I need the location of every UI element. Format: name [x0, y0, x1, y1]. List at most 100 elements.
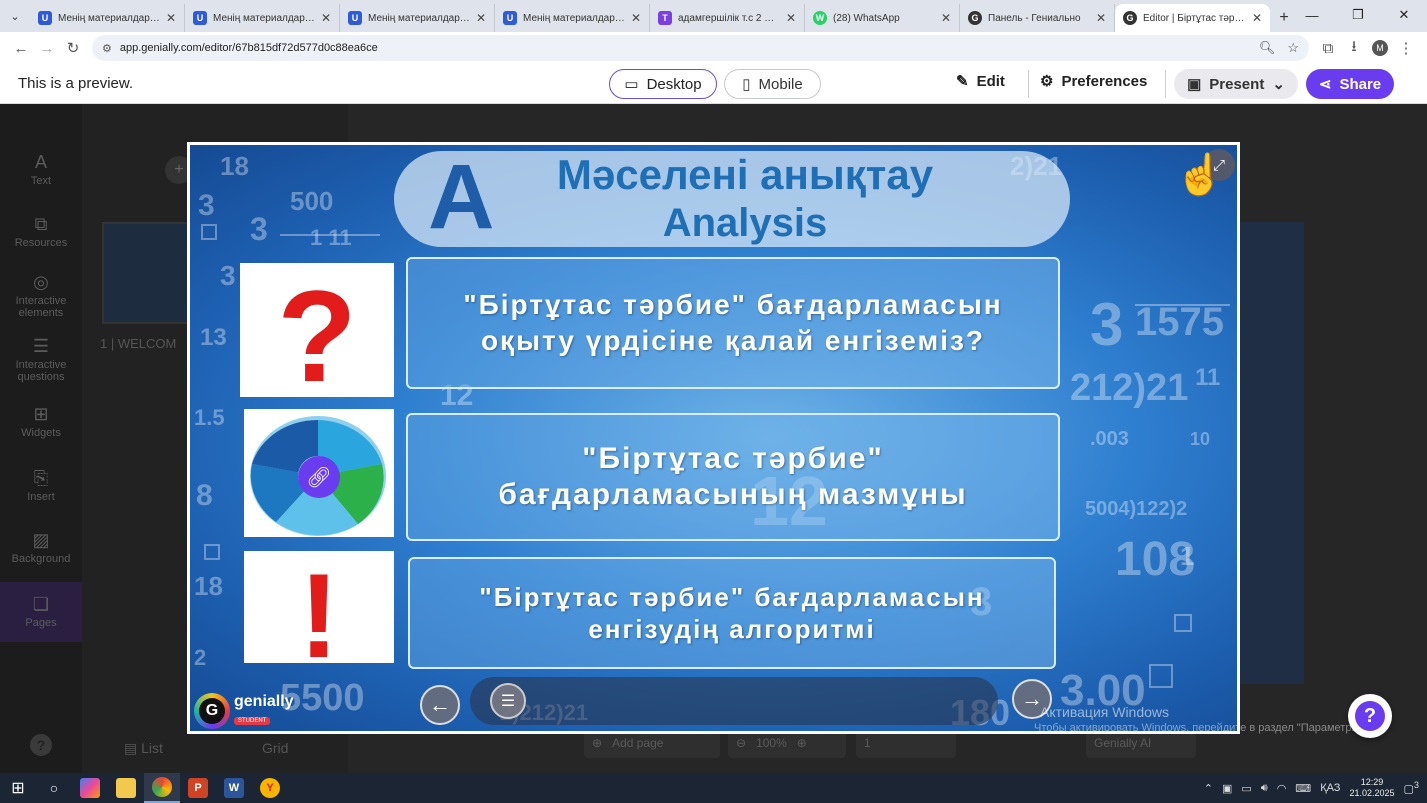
keyboard-icon[interactable]: ⌨ [1295, 782, 1311, 795]
mobile-label: Mobile [758, 75, 803, 93]
preview-bar: This is a preview. ▭ Desktop ▯ Mobile ✎ … [0, 64, 1427, 104]
svg-text:212)21: 212)21 [1070, 367, 1188, 409]
close-icon[interactable]: ✕ [631, 11, 641, 25]
close-icon[interactable]: ✕ [321, 11, 331, 25]
page-thumbnail[interactable] [102, 222, 192, 324]
zoom-out-icon: ⊖ [736, 736, 747, 750]
language-indicator[interactable]: ҚАЗ [1320, 782, 1340, 794]
close-icon[interactable]: ✕ [476, 11, 486, 25]
list-view-tab[interactable]: ▤ List [124, 740, 163, 757]
browser-tab[interactable]: U Менің материалдарым | ✕ [185, 4, 340, 32]
close-window-icon[interactable]: ✕ [1381, 0, 1427, 30]
extensions-icon[interactable]: ⧉ [1315, 35, 1341, 61]
preferences-button[interactable]: ⚙ Preferences [1040, 72, 1147, 91]
sidebar-item-background[interactable]: ▨ Background [0, 530, 82, 565]
sidebar-item-text[interactable]: A Text [0, 152, 82, 187]
browser-tab[interactable]: Tадамгершілік т.с 2 — Пр ✕ [650, 4, 805, 32]
desktop-toggle-button[interactable]: ▭ Desktop [609, 69, 717, 99]
minimize-icon[interactable]: — [1289, 0, 1335, 30]
u-favicon-icon: U [348, 11, 362, 25]
tab-title: Менің материалдарым | [523, 12, 625, 24]
copilot-icon[interactable] [72, 773, 108, 803]
file-explorer-icon[interactable] [108, 773, 144, 803]
browser-tab[interactable]: W (28) WhatsApp ✕ [805, 4, 960, 32]
divider [1165, 70, 1166, 98]
tab-search-chevron-icon[interactable]: ⌄ [0, 0, 30, 32]
share-button[interactable]: ⋖ Share [1306, 69, 1394, 99]
card-how-to-integrate[interactable]: "Біртұтас тәрбие" бағдарламасын оқыту үрд… [406, 257, 1060, 389]
bookmark-star-icon[interactable]: ☆ [1287, 40, 1299, 56]
genially-student-logo: G genially STUDENT [194, 693, 294, 729]
browser-tab[interactable]: U Менің материалдарым | ✕ [495, 4, 650, 32]
close-icon[interactable]: ✕ [786, 11, 796, 25]
browser-tab[interactable]: U Менің материалдарым | ✕ [340, 4, 495, 32]
zoom-magnifier-icon[interactable]: 🔍︎ [1259, 40, 1276, 56]
search-circle-icon[interactable]: ○ [36, 773, 72, 803]
question-icon: ? [1355, 701, 1385, 731]
forward-arrow-icon[interactable]: → [34, 35, 60, 61]
slide-navigation-bar [470, 677, 998, 725]
url-text[interactable]: app.genially.com/editor/67b815df72d577d0… [120, 42, 1247, 54]
profile-avatar[interactable]: M [1367, 35, 1393, 61]
card-program-content[interactable]: "Біртұтас тәрбие" бағдарламасының мазмұны [406, 413, 1060, 541]
window-controls: — ❐ ✕ [1289, 0, 1427, 30]
wifi-icon[interactable]: ◠ [1277, 782, 1287, 795]
previous-slide-arrow-icon[interactable]: ← [420, 685, 460, 725]
sidebar-item-resources[interactable]: ⧉ Resources [0, 214, 82, 249]
pages-icon: ❏ [32, 594, 50, 614]
windows-start-icon[interactable]: ⊞ [0, 773, 36, 803]
sidebar-item-insert[interactable]: ⎘ Insert [0, 468, 82, 503]
editor-sidebar: A Text ⧉ Resources ◎ Interactive elements ☰… [0, 104, 82, 773]
whatsapp-favicon-icon: W [813, 11, 827, 25]
tray-app-icon[interactable]: ▣ [1222, 782, 1232, 795]
sidebar-item-interactive-questions[interactable]: ☰ Interactive questions [0, 336, 82, 383]
svg-text:?: ? [277, 263, 356, 397]
powerpoint-icon[interactable]: P [180, 773, 216, 803]
reload-icon[interactable]: ↻ [60, 35, 86, 61]
tray-chevron-up-icon[interactable]: ⌃ [1204, 782, 1213, 795]
close-icon[interactable]: ✕ [1096, 11, 1106, 25]
close-icon[interactable]: ✕ [166, 11, 176, 25]
card-3-line-2: енгізудің алгоритмі [588, 614, 876, 644]
menu-list-icon[interactable]: ☰ [490, 683, 526, 719]
svg-text:500: 500 [290, 186, 333, 216]
volume-icon[interactable]: 🔊︎ [1261, 782, 1268, 795]
notifications-icon[interactable]: ▢3 [1404, 780, 1420, 796]
link-icon[interactable]: 🔗︎ [298, 456, 340, 498]
back-arrow-icon[interactable]: ← [8, 35, 34, 61]
word-icon[interactable]: W [216, 773, 252, 803]
help-icon[interactable]: ? [30, 734, 52, 756]
sidebar-item-pages[interactable]: ❏ Pages [0, 582, 82, 642]
close-icon[interactable]: ✕ [1252, 11, 1262, 25]
tab-title: Менің материалдарым | [213, 12, 315, 24]
browser-menu-icon[interactable]: ⋮ [1393, 35, 1419, 61]
chrome-icon[interactable] [144, 773, 180, 803]
browser-tab-active[interactable]: G Editor | Біртұтас тәрбие ✕ [1115, 4, 1270, 32]
mobile-toggle-button[interactable]: ▯ Mobile [724, 69, 821, 99]
windows-activation-text: Чтобы активировать Windows, перейдите в … [1034, 722, 1367, 734]
site-settings-icon[interactable]: ⚙ [102, 42, 112, 55]
chevron-down-icon: ⌄ [1272, 76, 1285, 93]
yandex-browser-icon[interactable]: Y [252, 773, 288, 803]
svg-text:108: 108 [1115, 533, 1195, 586]
insert-icon: ⎘ [33, 468, 49, 488]
browser-tab[interactable]: U Менің материалдарым | ✕ [30, 4, 185, 32]
grid-view-tab[interactable]: Grid [262, 740, 288, 756]
close-icon[interactable]: ✕ [941, 11, 951, 25]
omnibox[interactable]: ⚙ app.genially.com/editor/67b815df72d577… [92, 35, 1309, 61]
tab-title: Менің материалдарым | [58, 12, 160, 24]
card-integration-algorithm[interactable]: "Біртұтас тәрбие" бағдарламасын енгізудің… [408, 557, 1056, 669]
sidebar-item-widgets[interactable]: ⊞ Widgets [0, 404, 82, 439]
restore-icon[interactable]: ❐ [1335, 0, 1381, 30]
u-favicon-icon: U [503, 11, 517, 25]
present-button[interactable]: ▣ Present ⌄ [1174, 69, 1298, 99]
sidebar-item-interactive-elements[interactable]: ◎ Interactive elements [0, 272, 82, 319]
edit-button[interactable]: ✎ Edit [956, 72, 1005, 91]
clock[interactable]: 12:29 21.02.2025 [1349, 777, 1394, 799]
browser-tab[interactable]: G Панель - Гениально ✕ [960, 4, 1115, 32]
slide-subtitle: Analysis [662, 201, 828, 245]
download-icon[interactable]: ⭳ [1341, 35, 1367, 61]
svg-text:11: 11 [1195, 364, 1220, 391]
help-chat-button[interactable]: ? [1348, 694, 1392, 738]
display-icon[interactable]: ▭ [1241, 782, 1251, 795]
